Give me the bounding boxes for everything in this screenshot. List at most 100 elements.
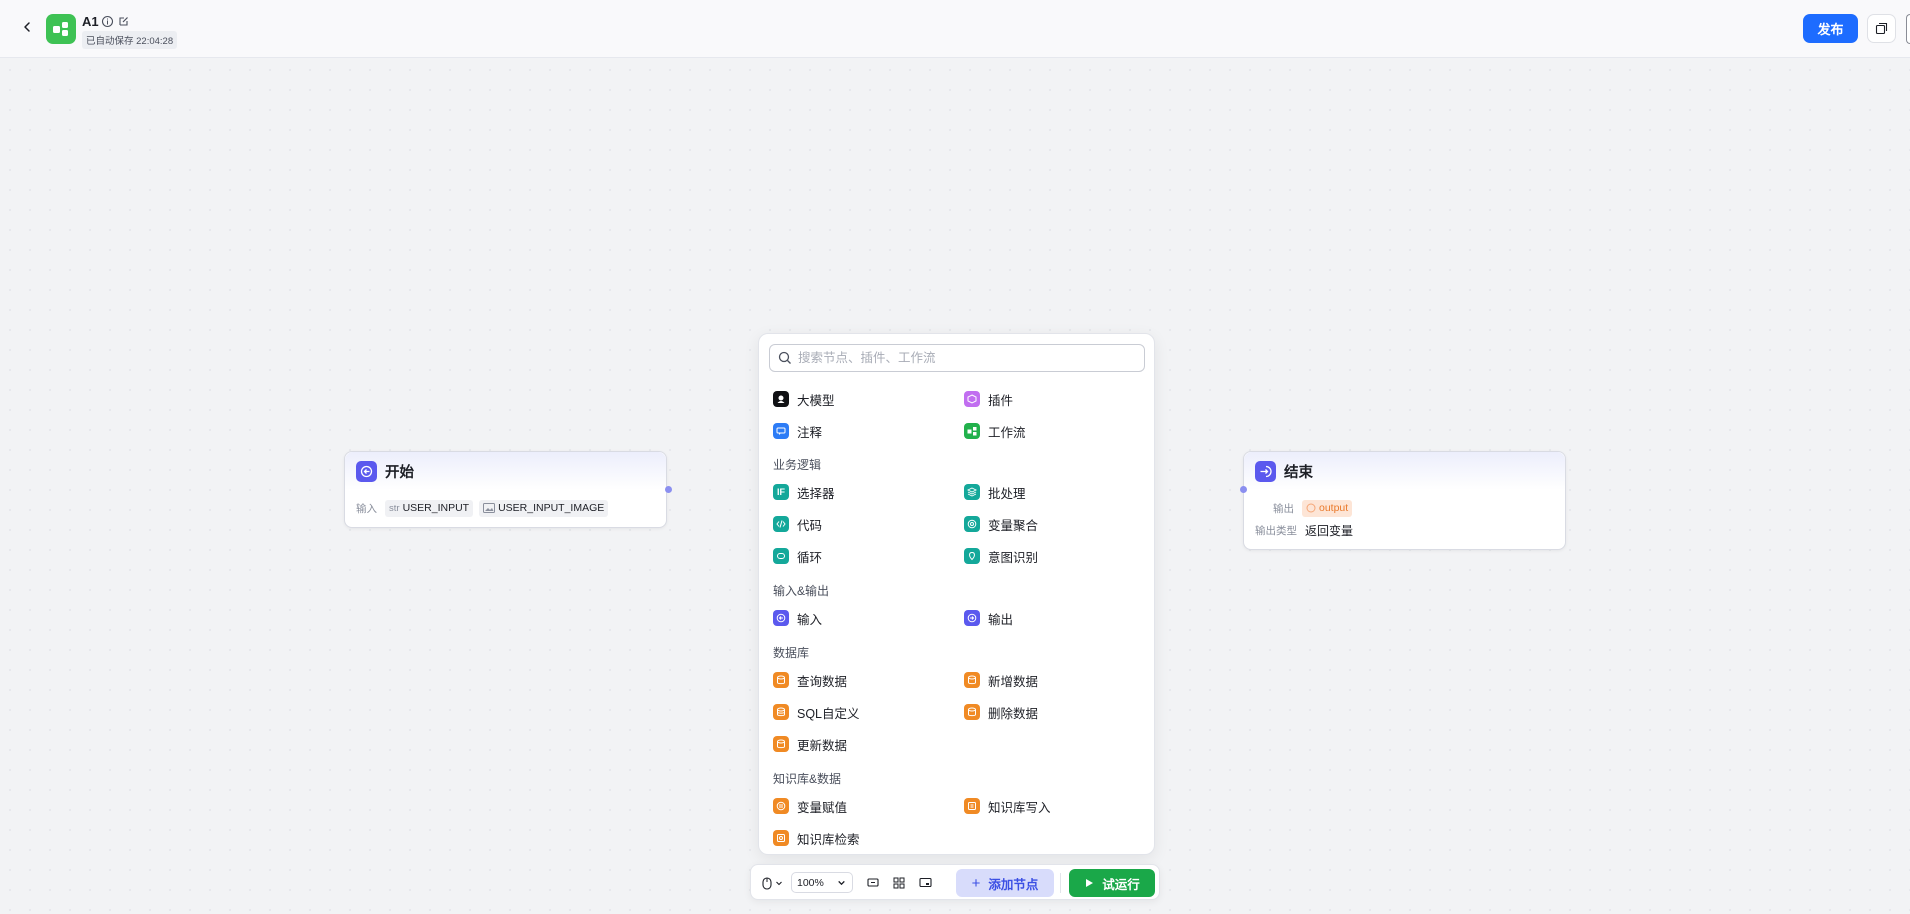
plus-icon: + bbox=[971, 874, 981, 892]
comment-icon bbox=[867, 878, 879, 887]
node-item-db-delete[interactable]: 删除数据 bbox=[964, 702, 1038, 722]
node-item-kb-write[interactable]: 知识库写入 bbox=[964, 796, 1051, 816]
chevron-down-icon bbox=[838, 880, 845, 886]
node-item-variable-assign[interactable]: 变量赋值 bbox=[773, 796, 847, 816]
node-item-aggregate[interactable]: 变量聚合 bbox=[964, 514, 1038, 534]
start-node-title: 开始 bbox=[385, 464, 414, 481]
add-node-button[interactable]: + 添加节点 bbox=[956, 869, 1054, 897]
node-item-intent[interactable]: 意图识别 bbox=[964, 546, 1038, 566]
info-icon[interactable] bbox=[101, 15, 114, 28]
comment-icon bbox=[773, 423, 789, 439]
minimap-icon bbox=[918, 877, 932, 888]
db-query-icon bbox=[773, 672, 789, 688]
play-icon bbox=[1086, 879, 1094, 887]
item-label: 变量赋值 bbox=[797, 800, 848, 815]
side-panel-handle[interactable] bbox=[1906, 14, 1910, 44]
start-output-port[interactable] bbox=[665, 486, 672, 493]
top-bar: A1 已自动保存 22:04:28 发布 bbox=[0, 0, 1910, 58]
grid-icon bbox=[893, 877, 905, 889]
mouse-icon bbox=[761, 876, 772, 890]
zoom-select[interactable]: 100% bbox=[791, 872, 853, 893]
node-item-db-sql[interactable]: SQL自定义 bbox=[773, 702, 860, 722]
category-label: 输入&输出 bbox=[773, 584, 830, 598]
workflow-icon bbox=[964, 423, 980, 439]
category-label: 知识库&数据 bbox=[773, 772, 842, 786]
duplicate-button[interactable] bbox=[1867, 14, 1896, 43]
toolbar-divider bbox=[1060, 873, 1061, 893]
node-item-plugin[interactable]: 插件 bbox=[964, 389, 1013, 409]
node-item-comment[interactable]: 注释 bbox=[773, 421, 822, 441]
plugin-icon bbox=[964, 391, 980, 407]
node-item-selector[interactable]: IF 选择器 bbox=[773, 482, 835, 502]
item-label: 新增数据 bbox=[988, 674, 1039, 689]
item-label: 输入 bbox=[797, 612, 823, 627]
output-label: 输出 bbox=[1273, 502, 1294, 515]
node-item-loop[interactable]: 循环 bbox=[773, 546, 822, 566]
edit-icon[interactable] bbox=[117, 15, 130, 28]
item-label: 批处理 bbox=[988, 486, 1026, 501]
workflow-icon bbox=[46, 14, 76, 44]
node-item-db-insert[interactable]: 新增数据 bbox=[964, 670, 1038, 690]
db-sql-icon bbox=[773, 704, 789, 720]
image-icon bbox=[483, 503, 496, 513]
variable-assign-icon bbox=[773, 798, 789, 814]
code-icon bbox=[773, 516, 789, 532]
output-variable-tag: output bbox=[1302, 499, 1353, 517]
db-insert-icon bbox=[964, 672, 980, 688]
add-comment-button[interactable] bbox=[863, 873, 883, 893]
publish-button[interactable]: 发布 bbox=[1803, 14, 1858, 43]
input-icon bbox=[773, 610, 789, 626]
node-item-code[interactable]: 代码 bbox=[773, 514, 822, 534]
node-item-input[interactable]: 输入 bbox=[773, 608, 822, 628]
item-label: 删除数据 bbox=[988, 706, 1039, 721]
chevron-down-icon bbox=[775, 881, 782, 886]
item-label: 选择器 bbox=[797, 486, 835, 501]
page-title: A1 bbox=[82, 14, 99, 29]
test-run-button[interactable]: 试运行 bbox=[1069, 869, 1155, 897]
kb-write-icon bbox=[964, 798, 980, 814]
item-label: 输出 bbox=[988, 612, 1014, 627]
interaction-mode-button[interactable] bbox=[759, 874, 785, 892]
minimap-button[interactable] bbox=[915, 873, 935, 893]
canvas-toolbar: 100% + 添加节点 试运行 bbox=[750, 864, 1160, 900]
intent-icon bbox=[964, 548, 980, 564]
start-icon bbox=[356, 460, 377, 482]
start-node[interactable]: 开始 输入 str USER_INPUT USER_INPUT_IMAGE bbox=[344, 451, 672, 528]
output-type-label: 输出类型 bbox=[1255, 524, 1297, 537]
end-node-output-type: 输出类型 返回变量 bbox=[1244, 519, 1565, 541]
search-box[interactable] bbox=[769, 344, 1145, 372]
node-item-db-query[interactable]: 查询数据 bbox=[773, 670, 847, 690]
param-tag: str USER_INPUT bbox=[385, 499, 474, 517]
back-button[interactable] bbox=[16, 16, 38, 38]
end-input-port[interactable] bbox=[1240, 486, 1247, 493]
node-item-batch[interactable]: 批处理 bbox=[964, 482, 1026, 502]
kb-search-icon bbox=[773, 830, 789, 846]
output-variable: output bbox=[1319, 502, 1349, 514]
item-label: 意图识别 bbox=[988, 550, 1039, 565]
item-label: 工作流 bbox=[988, 425, 1026, 440]
search-input[interactable] bbox=[798, 351, 1128, 365]
copy-icon bbox=[1875, 22, 1888, 35]
search-icon bbox=[778, 351, 791, 364]
node-item-output[interactable]: 输出 bbox=[964, 608, 1013, 628]
output-icon bbox=[964, 610, 980, 626]
test-run-label: 试运行 bbox=[1102, 877, 1140, 892]
item-label: 代码 bbox=[797, 518, 823, 533]
add-node-label: 添加节点 bbox=[988, 877, 1039, 892]
auto-layout-button[interactable] bbox=[889, 873, 909, 893]
node-item-workflow[interactable]: 工作流 bbox=[964, 421, 1026, 441]
item-label: 知识库写入 bbox=[988, 800, 1051, 815]
node-item-db-update[interactable]: 更新数据 bbox=[773, 734, 847, 754]
llm-icon bbox=[773, 391, 789, 407]
item-label: 注释 bbox=[797, 425, 823, 440]
item-label: 知识库检索 bbox=[797, 832, 860, 847]
batch-icon bbox=[964, 484, 980, 500]
node-item-kb-search[interactable]: 知识库检索 bbox=[773, 828, 860, 848]
end-node-output: 输出 output bbox=[1244, 497, 1565, 519]
end-node[interactable]: 结束 输出 output 输出类型 返回变量 bbox=[1240, 451, 1566, 550]
add-node-panel: 大模型 插件 注释 工作流 业务逻辑 IF 选择器 批处理 代码 bbox=[758, 333, 1155, 855]
end-node-header: 结束 bbox=[1244, 452, 1565, 490]
start-node-inputs: 输入 str USER_INPUT USER_INPUT_IMAGE bbox=[345, 497, 666, 519]
node-item-llm[interactable]: 大模型 bbox=[773, 389, 835, 409]
item-label: 插件 bbox=[988, 393, 1014, 408]
